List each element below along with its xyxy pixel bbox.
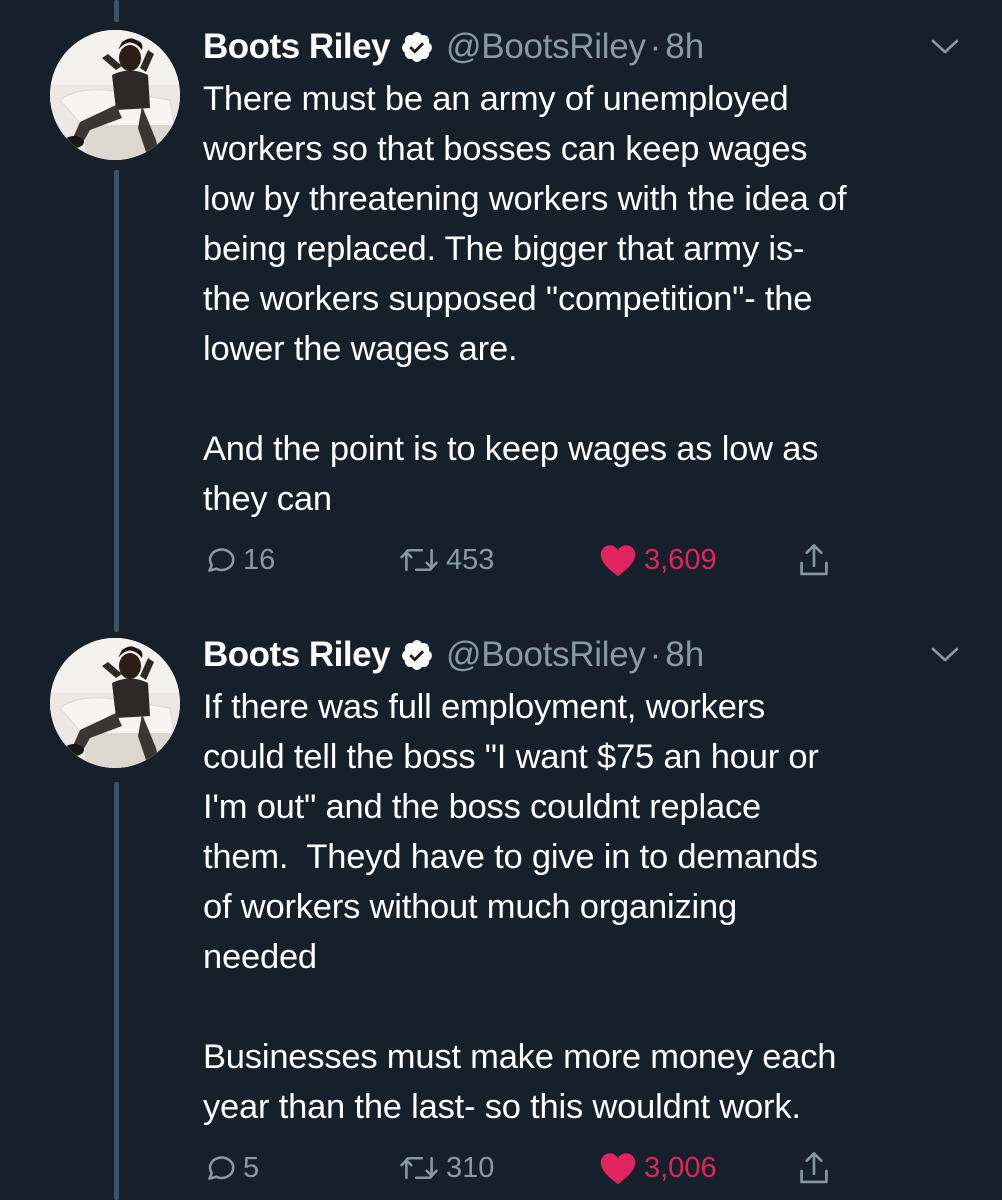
display-name[interactable]: Boots Riley: [203, 635, 391, 675]
handle[interactable]: @BootsRiley: [446, 27, 646, 67]
tweet[interactable]: Boots Riley @BootsRiley · 8h There must …: [0, 22, 1002, 612]
tweet-text: If there was full employment, workers co…: [203, 688, 837, 1126]
share-icon: [800, 1152, 828, 1184]
thread-line-top: [114, 0, 119, 22]
tweet[interactable]: Boots Riley @BootsRiley · 8h If there wa…: [0, 630, 1002, 1200]
reply-button[interactable]: 16: [203, 535, 275, 585]
avatar[interactable]: [50, 638, 180, 768]
tweet-text: There must be an army of unemployed work…: [203, 80, 847, 518]
like-count: 3,609: [644, 543, 717, 576]
reply-count: 5: [243, 1151, 260, 1184]
tweet-header: Boots Riley @BootsRiley · 8h: [203, 630, 704, 680]
reply-icon: [208, 1156, 235, 1180]
like-button[interactable]: 3,609: [598, 535, 717, 585]
retweet-icon: [400, 1156, 438, 1180]
chevron-down-icon[interactable]: [925, 640, 965, 670]
heart-icon: [600, 1153, 636, 1185]
action-bar: 5 310 3,006: [203, 1143, 883, 1193]
chevron-down-icon[interactable]: [925, 32, 965, 62]
tweet-header: Boots Riley @BootsRiley · 8h: [203, 22, 704, 72]
separator-dot: ·: [649, 27, 662, 66]
separator-dot: ·: [649, 635, 662, 674]
retweet-count: 310: [446, 1151, 495, 1184]
action-bar: 16 453 3,609: [203, 535, 883, 585]
reply-icon: [208, 548, 235, 572]
share-icon: [800, 544, 828, 576]
retweet-icon: [400, 548, 438, 572]
retweet-count: 453: [446, 543, 495, 576]
share-button[interactable]: [796, 1143, 838, 1193]
handle[interactable]: @BootsRiley: [446, 635, 646, 675]
display-name[interactable]: Boots Riley: [203, 27, 391, 67]
verified-badge-icon: [402, 640, 432, 670]
timestamp[interactable]: 8h: [665, 635, 704, 675]
retweet-button[interactable]: 453: [398, 535, 494, 585]
retweet-button[interactable]: 310: [398, 1143, 494, 1193]
reply-button[interactable]: 5: [203, 1143, 259, 1193]
verified-badge-icon: [402, 32, 432, 62]
share-button[interactable]: [796, 535, 838, 585]
reply-count: 16: [243, 543, 276, 576]
like-button[interactable]: 3,006: [598, 1143, 717, 1193]
timestamp[interactable]: 8h: [665, 27, 704, 67]
like-count: 3,006: [644, 1151, 717, 1184]
heart-icon: [600, 545, 636, 577]
avatar[interactable]: [50, 30, 180, 160]
